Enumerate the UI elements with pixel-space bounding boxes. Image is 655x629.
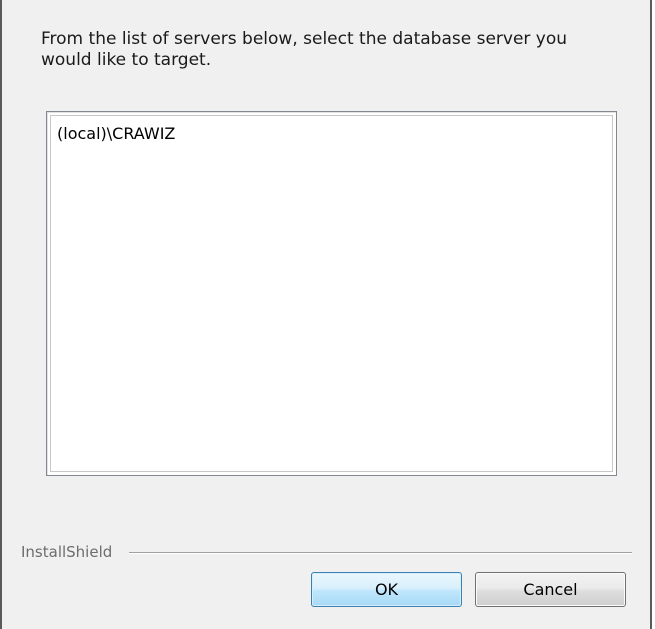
ok-button[interactable]: OK	[311, 572, 462, 607]
installshield-label: InstallShield	[21, 543, 113, 561]
server-select-dialog: From the list of servers below, select t…	[0, 0, 652, 629]
list-item[interactable]: (local)\CRAWIZ	[57, 124, 175, 144]
server-listbox[interactable]: (local)\CRAWIZ	[46, 111, 617, 476]
instructions-text: From the list of servers below, select t…	[41, 29, 568, 70]
footer-divider	[129, 552, 632, 554]
cancel-button[interactable]: Cancel	[475, 572, 626, 607]
server-listbox-content: (local)\CRAWIZ	[50, 115, 613, 472]
